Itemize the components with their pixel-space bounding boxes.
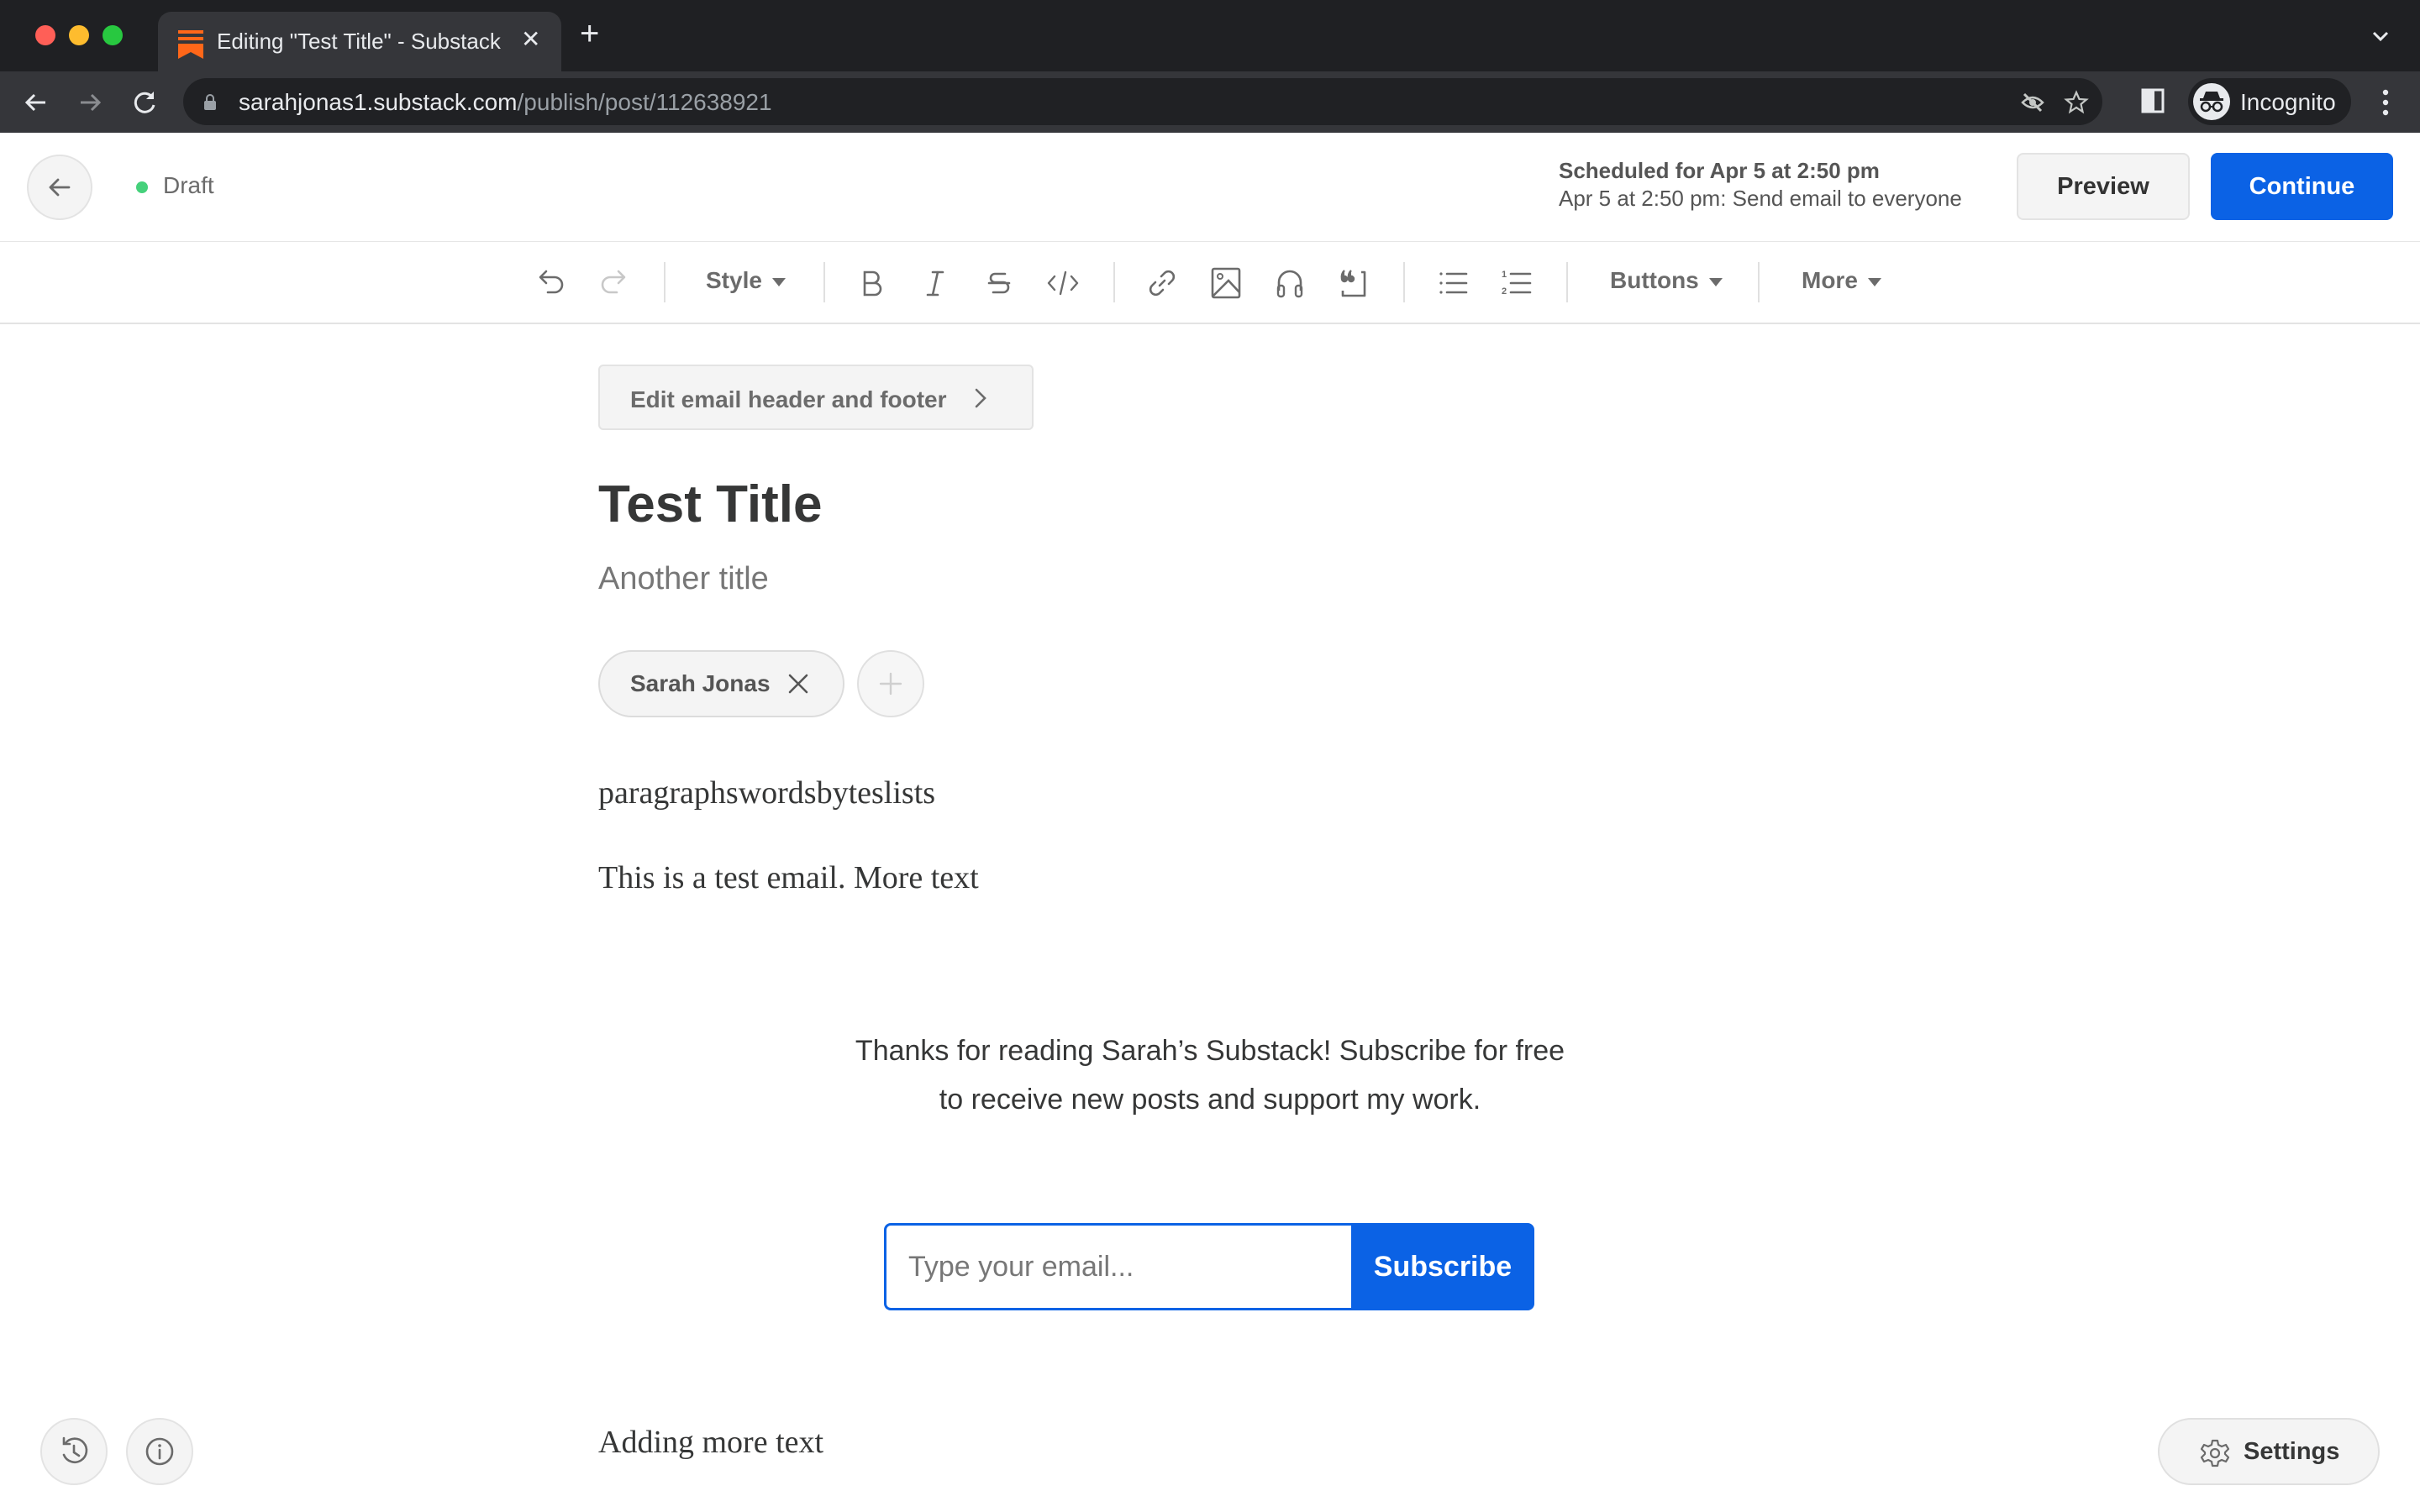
author-chip[interactable]: Sarah Jonas	[598, 650, 844, 717]
undo-icon[interactable]	[533, 265, 568, 301]
window-minimize-button[interactable]	[69, 25, 89, 45]
tab-search-chevron-icon[interactable]	[2370, 25, 2391, 47]
lock-icon[interactable]	[203, 93, 217, 110]
history-icon	[62, 1436, 88, 1463]
author-name: Sarah Jonas	[630, 670, 771, 696]
code-icon[interactable]	[1045, 265, 1081, 301]
schedule-detail: Apr 5 at 2:50 pm: Send email to everyone	[1559, 186, 1962, 211]
toolbar-divider	[1403, 262, 1405, 302]
browser-tab-active[interactable]: Editing "Test Title" - Substack ✕	[158, 12, 561, 71]
edit-email-header-footer-label: Edit email header and footer	[630, 386, 947, 412]
gear-icon	[2200, 1438, 2230, 1468]
info-icon	[145, 1437, 174, 1466]
post-subtitle-input[interactable]: Another title	[598, 561, 769, 597]
caret-down-icon	[1708, 277, 1723, 286]
buttons-dropdown-label: Buttons	[1610, 267, 1699, 293]
numbered-list-icon[interactable]: 12	[1499, 265, 1534, 301]
remove-author-icon[interactable]	[786, 672, 810, 696]
chevron-right-icon	[970, 385, 990, 412]
body-paragraph[interactable]: This is a test email. More text	[598, 859, 979, 896]
browser-reload-icon[interactable]	[130, 88, 159, 117]
browser-menu-icon[interactable]	[2373, 88, 2398, 117]
toolbar-divider	[823, 262, 825, 302]
audio-icon[interactable]	[1272, 265, 1307, 301]
edit-email-header-footer-button[interactable]: Edit email header and footer	[598, 365, 1034, 430]
post-title-input[interactable]: Test Title	[598, 475, 822, 534]
body-paragraph[interactable]: Adding more text	[598, 1424, 823, 1461]
preview-button[interactable]: Preview	[2017, 153, 2190, 220]
formatting-toolbar: Style 12 Buttons More	[0, 242, 2420, 324]
strikethrough-icon[interactable]	[981, 265, 1017, 301]
new-tab-button[interactable]: +	[580, 17, 599, 50]
subscribe-form: Subscribe	[884, 1223, 1534, 1310]
caret-down-icon	[771, 277, 786, 286]
link-icon[interactable]	[1144, 265, 1180, 301]
svg-text:2: 2	[1502, 286, 1507, 297]
post-info-button[interactable]	[126, 1418, 193, 1485]
toolbar-divider	[1566, 262, 1568, 302]
substack-favicon-icon	[178, 30, 203, 59]
settings-button[interactable]: Settings	[2158, 1418, 2380, 1485]
caret-down-icon	[1867, 277, 1881, 286]
add-author-button[interactable]	[857, 650, 924, 717]
more-dropdown[interactable]: More	[1802, 267, 1881, 294]
subscribe-widget-text: Thanks for reading Sarah’s Substack! Sub…	[855, 1035, 1565, 1116]
incognito-label: Incognito	[2240, 89, 2336, 115]
browser-tab-bar: Editing "Test Title" - Substack ✕ +	[0, 0, 2420, 71]
more-dropdown-label: More	[1802, 267, 1858, 293]
schedule-title: Scheduled for Apr 5 at 2:50 pm	[1559, 158, 1880, 183]
redo-icon[interactable]	[597, 265, 632, 301]
body-paragraph[interactable]: paragraphswordsbyteslists	[598, 774, 935, 811]
window-maximize-button[interactable]	[103, 25, 123, 45]
tab-title: Editing "Test Title" - Substack	[217, 29, 501, 54]
editor-header: Draft Scheduled for Apr 5 at 2:50 pm Apr…	[0, 133, 2420, 243]
settings-label: Settings	[2244, 1438, 2340, 1465]
side-panel-icon[interactable]	[2141, 88, 2165, 113]
url-text[interactable]: sarahjonas1.substack.com/publish/post/11…	[239, 89, 772, 116]
subscribe-button[interactable]: Subscribe	[1351, 1223, 1534, 1310]
incognito-icon	[2193, 83, 2230, 120]
bookmark-star-icon[interactable]	[2064, 90, 2089, 115]
browser-forward-icon[interactable]	[76, 88, 104, 117]
tab-close-icon[interactable]: ✕	[521, 25, 540, 53]
back-button[interactable]	[27, 155, 92, 220]
subscribe-email-input[interactable]	[884, 1223, 1351, 1310]
status-label: Draft	[163, 172, 214, 198]
browser-back-icon[interactable]	[22, 88, 50, 117]
window-close-button[interactable]	[35, 25, 55, 45]
incognito-profile-button[interactable]: Incognito	[2188, 78, 2351, 125]
style-dropdown-label: Style	[706, 267, 762, 293]
bold-icon[interactable]	[854, 265, 889, 301]
continue-button[interactable]: Continue	[2211, 153, 2393, 220]
plus-icon	[879, 672, 902, 696]
buttons-dropdown[interactable]: Buttons	[1610, 267, 1723, 294]
url-host: sarahjonas1.substack.com	[239, 89, 518, 115]
image-icon[interactable]	[1208, 265, 1244, 301]
tracking-protection-eye-off-icon[interactable]	[2020, 90, 2045, 115]
url-path: /publish/post/112638921	[517, 89, 772, 115]
toolbar-divider	[1113, 262, 1115, 302]
quote-icon[interactable]	[1336, 265, 1371, 301]
browser-toolbar: sarahjonas1.substack.com/publish/post/11…	[0, 71, 2420, 134]
status-dot	[136, 181, 148, 193]
italic-icon[interactable]	[918, 265, 953, 301]
toolbar-divider	[1758, 262, 1760, 302]
version-history-button[interactable]	[40, 1418, 108, 1485]
style-dropdown[interactable]: Style	[706, 267, 786, 294]
toolbar-divider	[664, 262, 666, 302]
address-bar[interactable]: sarahjonas1.substack.com/publish/post/11…	[183, 78, 2102, 125]
bullet-list-icon[interactable]	[1435, 265, 1470, 301]
svg-text:1: 1	[1502, 270, 1507, 280]
arrow-left-icon	[49, 178, 71, 197]
